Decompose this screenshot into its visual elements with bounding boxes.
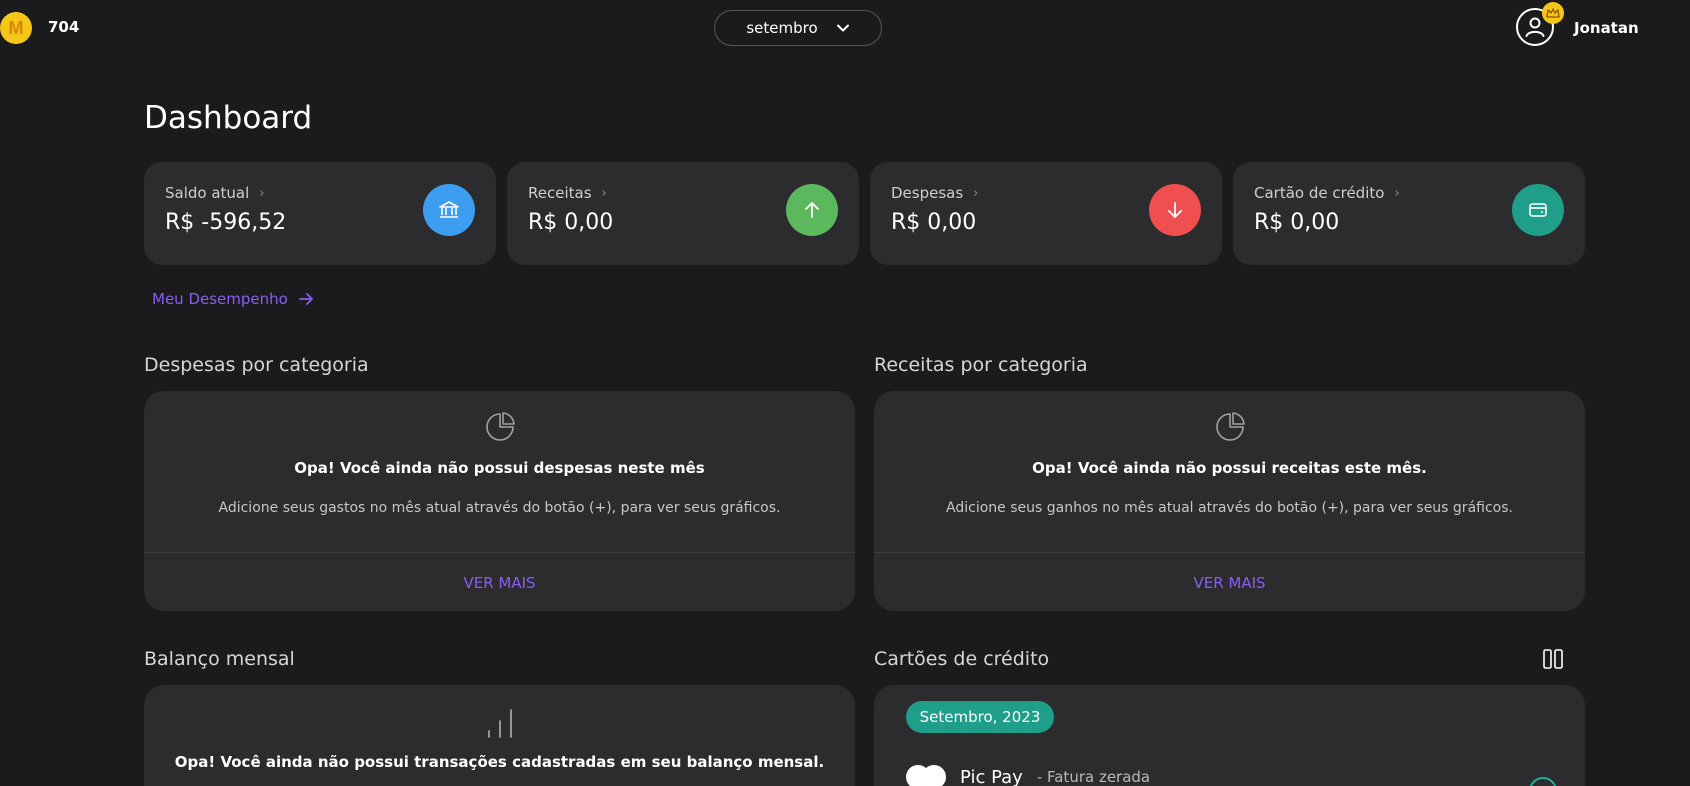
income-category-title: Receitas por categoria [874, 354, 1088, 376]
top-bar: M 704 setembro Jonatan [0, 0, 1690, 56]
divider [874, 552, 1585, 553]
page-title: Dashboard [144, 100, 313, 136]
points-counter: 704 [48, 18, 80, 36]
divider [144, 552, 855, 553]
crown-icon [1542, 2, 1564, 24]
monthly-balance-title: Balanço mensal [144, 648, 295, 670]
credit-card-item[interactable]: Pic Pay - Fatura zerada [906, 765, 1150, 786]
check-circle-icon [1529, 777, 1557, 786]
card-label: Saldo atual [165, 184, 250, 202]
chevron-down-icon [836, 24, 849, 32]
user-name[interactable]: Jonatan [1574, 19, 1639, 37]
card-income[interactable]: Receitas › R$ 0,00 [507, 162, 859, 265]
arrow-down-icon [1149, 184, 1201, 236]
wallet-icon [1512, 184, 1564, 236]
expenses-category-panel: Opa! Você ainda não possui despesas nest… [144, 391, 855, 611]
chevron-right-icon: › [1394, 185, 1400, 201]
expenses-category-title: Despesas por categoria [144, 354, 369, 376]
income-category-panel: Opa! Você ainda não possui receitas este… [874, 391, 1585, 611]
pie-chart-icon [485, 412, 515, 441]
my-performance-label: Meu Desempenho [152, 290, 288, 308]
period-badge: Setembro, 2023 [906, 701, 1054, 733]
chevron-right-icon: › [259, 185, 265, 201]
arrow-up-icon [786, 184, 838, 236]
chevron-right-icon: › [601, 185, 607, 201]
credit-card-name: Pic Pay [960, 766, 1023, 786]
my-performance-link[interactable]: Meu Desempenho [152, 290, 314, 308]
empty-state-description: Adicione seus ganhos no mês atual atravé… [946, 500, 1513, 516]
empty-state-title: Opa! Você ainda não possui receitas este… [1032, 459, 1427, 477]
card-credit-card[interactable]: Cartão de crédito › R$ 0,00 [1233, 162, 1585, 265]
card-value: R$ 0,00 [528, 210, 614, 235]
card-current-balance[interactable]: Saldo atual › R$ -596,52 [144, 162, 496, 265]
mastercard-icon [906, 765, 946, 786]
empty-state-description: Adicione seus gastos no mês atual atravé… [218, 500, 781, 516]
logo-letter: M [8, 17, 24, 38]
credit-card-status: - Fatura zerada [1036, 768, 1151, 786]
card-label-wrap: Despesas › [891, 184, 978, 202]
month-selector-label: setembro [746, 19, 818, 37]
card-label: Receitas [528, 184, 592, 202]
month-selector[interactable]: setembro [714, 10, 882, 46]
card-label-wrap: Receitas › [528, 184, 607, 202]
bank-icon [423, 184, 475, 236]
card-label: Cartão de crédito [1254, 184, 1385, 202]
empty-state-title: Opa! Você ainda não possui despesas nest… [294, 459, 705, 477]
card-value: R$ 0,00 [891, 210, 977, 235]
monthly-balance-panel: Opa! Você ainda não possui transações ca… [144, 685, 855, 786]
bar-chart-icon [487, 709, 512, 738]
app-logo[interactable]: M [0, 12, 32, 44]
card-label-wrap: Cartão de crédito › [1254, 184, 1400, 202]
credit-cards-panel: Setembro, 2023 Pic Pay - Fatura zerada [874, 685, 1585, 786]
card-value: R$ -596,52 [165, 210, 287, 235]
see-more-button[interactable]: VER MAIS [874, 574, 1585, 592]
card-label-wrap: Saldo atual › [165, 184, 265, 202]
columns-toggle-icon[interactable] [1542, 648, 1564, 670]
card-expenses[interactable]: Despesas › R$ 0,00 [870, 162, 1222, 265]
arrow-right-icon [298, 293, 313, 305]
credit-cards-title: Cartões de crédito [874, 648, 1050, 670]
card-label: Despesas [891, 184, 964, 202]
user-menu[interactable] [1516, 2, 1564, 46]
chevron-right-icon: › [973, 185, 979, 201]
pie-chart-icon [1215, 412, 1245, 441]
card-value: R$ 0,00 [1254, 210, 1340, 235]
empty-state-title: Opa! Você ainda não possui transações ca… [174, 753, 825, 771]
see-more-button[interactable]: VER MAIS [144, 574, 855, 592]
